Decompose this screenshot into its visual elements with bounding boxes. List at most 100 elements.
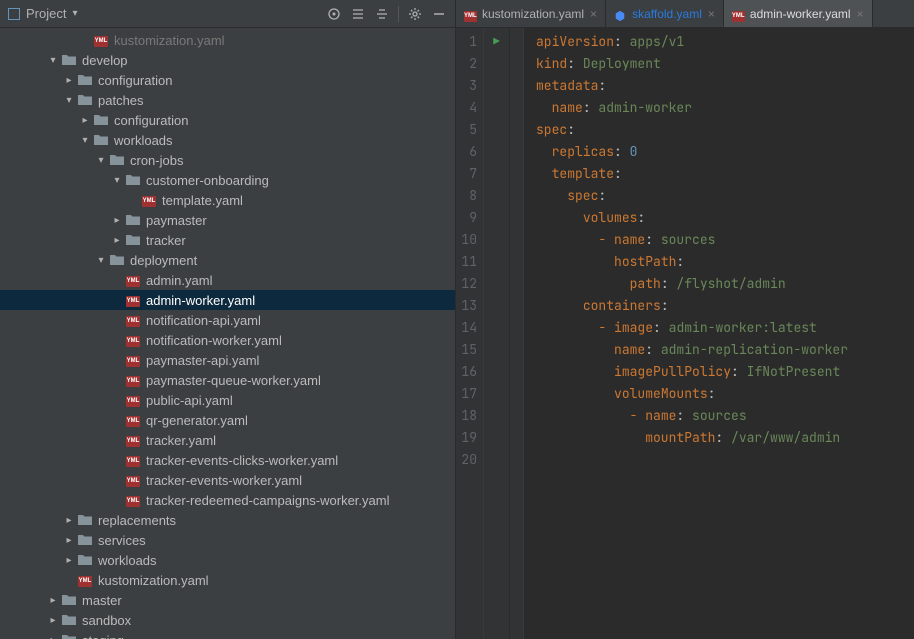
code-line[interactable]: imagePullPolicy: IfNotPresent — [536, 361, 914, 383]
tree-item-label: sandbox — [82, 613, 131, 628]
code-line[interactable]: hostPath: — [536, 251, 914, 273]
code-line[interactable]: volumes: — [536, 207, 914, 229]
code-line[interactable]: spec: — [536, 119, 914, 141]
code-line[interactable]: containers: — [536, 295, 914, 317]
code-line[interactable]: - name: sources — [536, 405, 914, 427]
twisty-icon[interactable]: ▸ — [112, 215, 122, 225]
code-line[interactable]: mountPath: /var/www/admin — [536, 427, 914, 449]
tree-file[interactable]: YMLtracker-events-clicks-worker.yaml — [0, 450, 455, 470]
twisty-icon[interactable]: ▸ — [48, 595, 58, 605]
twisty-icon[interactable]: ▸ — [64, 515, 74, 525]
tree-file[interactable]: YMLpaymaster-api.yaml — [0, 350, 455, 370]
twisty-icon[interactable]: ▸ — [80, 115, 90, 125]
tree-folder[interactable]: ▸workloads — [0, 550, 455, 570]
twisty-icon[interactable]: ▸ — [48, 635, 58, 639]
tree-file[interactable]: YMLtracker-redeemed-campaigns-worker.yam… — [0, 490, 455, 510]
folder-icon — [62, 593, 76, 607]
yaml-file-icon: YML — [126, 353, 140, 367]
code-line[interactable]: name: admin-replication-worker — [536, 339, 914, 361]
tree-folder[interactable]: ▾ deployment — [0, 250, 455, 270]
code-line[interactable]: metadata: — [536, 75, 914, 97]
twisty-icon[interactable]: ▸ — [64, 75, 74, 85]
collapse-all-icon[interactable] — [374, 6, 390, 22]
editor-tab[interactable]: YMLkustomization.yaml× — [456, 0, 606, 27]
yaml-file-icon: YML — [126, 493, 140, 507]
code-line[interactable]: - image: admin-worker:latest — [536, 317, 914, 339]
twisty-icon[interactable]: ▾ — [96, 255, 106, 265]
locate-icon[interactable] — [326, 6, 342, 22]
twisty-icon[interactable]: ▸ — [64, 535, 74, 545]
tree-folder[interactable]: ▾ customer-onboarding — [0, 170, 455, 190]
code-line[interactable]: apiVersion: apps/v1 — [536, 31, 914, 53]
tree-item-label: public-api.yaml — [146, 393, 233, 408]
tree-folder[interactable]: ▸tracker — [0, 230, 455, 250]
twisty-icon[interactable]: ▾ — [64, 95, 74, 105]
code-content[interactable]: apiVersion: apps/v1kind: Deploymentmetad… — [524, 28, 914, 639]
expand-all-icon[interactable] — [350, 6, 366, 22]
twisty-icon[interactable]: ▸ — [112, 235, 122, 245]
twisty-icon[interactable]: ▾ — [96, 155, 106, 165]
tree-file[interactable]: YMLadmin-worker.yaml — [0, 290, 455, 310]
close-icon[interactable]: × — [590, 7, 597, 21]
fold-gutter[interactable] — [510, 28, 524, 639]
code-line[interactable]: volumeMounts: — [536, 383, 914, 405]
tree-item-label: cron-jobs — [130, 153, 183, 168]
tree-file[interactable]: YMLnotification-worker.yaml — [0, 330, 455, 350]
sidebar-header: Project ▾ — [0, 0, 455, 28]
code-line[interactable]: kind: Deployment — [536, 53, 914, 75]
editor-tab[interactable]: YMLadmin-worker.yaml× — [724, 0, 873, 27]
tree-folder[interactable]: ▸ sandbox — [0, 610, 455, 630]
tree-folder[interactable]: ▸master — [0, 590, 455, 610]
tree-file[interactable]: YMLtracker-events-worker.yaml — [0, 470, 455, 490]
twisty-icon[interactable]: ▸ — [64, 555, 74, 565]
close-icon[interactable]: × — [708, 7, 715, 21]
tree-item-label: template.yaml — [162, 193, 243, 208]
tree-file[interactable]: YMLtracker.yaml — [0, 430, 455, 450]
twisty-icon[interactable]: ▸ — [48, 615, 58, 625]
folder-icon — [110, 253, 124, 267]
tree-file[interactable]: YMLkustomization.yaml — [0, 570, 455, 590]
tree-folder[interactable]: ▸configuration — [0, 70, 455, 90]
run-gutter[interactable]: ▶ — [484, 28, 510, 639]
gear-icon[interactable] — [407, 6, 423, 22]
tree-folder[interactable]: ▾workloads — [0, 130, 455, 150]
tree-file[interactable]: YMLnotification-api.yaml — [0, 310, 455, 330]
tree-file[interactable]: YMLtemplate.yaml — [0, 190, 455, 210]
twisty-icon[interactable]: ▾ — [48, 55, 58, 65]
editor-tab[interactable]: skaffold.yaml× — [606, 0, 724, 27]
tree-folder[interactable]: ▸paymaster — [0, 210, 455, 230]
hide-icon[interactable] — [431, 6, 447, 22]
tree-item-label: paymaster-queue-worker.yaml — [146, 373, 321, 388]
tree-folder[interactable]: ▾ cron-jobs — [0, 150, 455, 170]
code-line[interactable]: replicas: 0 — [536, 141, 914, 163]
code-line[interactable]: spec: — [536, 185, 914, 207]
project-icon — [8, 8, 20, 20]
code-line[interactable]: path: /flyshot/admin — [536, 273, 914, 295]
tree-file[interactable]: YMLadmin.yaml — [0, 270, 455, 290]
code-line[interactable]: template: — [536, 163, 914, 185]
tree-folder[interactable]: ▸staging — [0, 630, 455, 639]
tree-folder[interactable]: ▸services — [0, 530, 455, 550]
twisty-icon[interactable]: ▾ — [112, 175, 122, 185]
tree-file[interactable]: YMLpaymaster-queue-worker.yaml — [0, 370, 455, 390]
code-line[interactable]: - name: sources — [536, 229, 914, 251]
tree-file[interactable]: YMLkustomization.yaml — [0, 30, 455, 50]
project-tree[interactable]: YMLkustomization.yaml▾develop▸configurat… — [0, 28, 455, 639]
code-editor[interactable]: 1234567891011121314151617181920 ▶ apiVer… — [456, 28, 914, 639]
code-line[interactable] — [536, 449, 914, 471]
close-icon[interactable]: × — [857, 7, 864, 21]
yaml-file-icon: YML — [126, 273, 140, 287]
folder-icon — [94, 113, 108, 127]
tree-folder[interactable]: ▾patches — [0, 90, 455, 110]
tree-folder[interactable]: ▸configuration — [0, 110, 455, 130]
code-line[interactable]: name: admin-worker — [536, 97, 914, 119]
tree-file[interactable]: YMLqr-generator.yaml — [0, 410, 455, 430]
tree-file[interactable]: YMLpublic-api.yaml — [0, 390, 455, 410]
tree-folder[interactable]: ▾develop — [0, 50, 455, 70]
twisty-icon[interactable]: ▾ — [80, 135, 90, 145]
project-tool-window-button[interactable]: Project ▾ — [8, 6, 78, 21]
tree-item-label: deployment — [130, 253, 197, 268]
run-icon[interactable]: ▶ — [484, 31, 509, 53]
tree-folder[interactable]: ▸replacements — [0, 510, 455, 530]
tree-item-label: customer-onboarding — [146, 173, 269, 188]
